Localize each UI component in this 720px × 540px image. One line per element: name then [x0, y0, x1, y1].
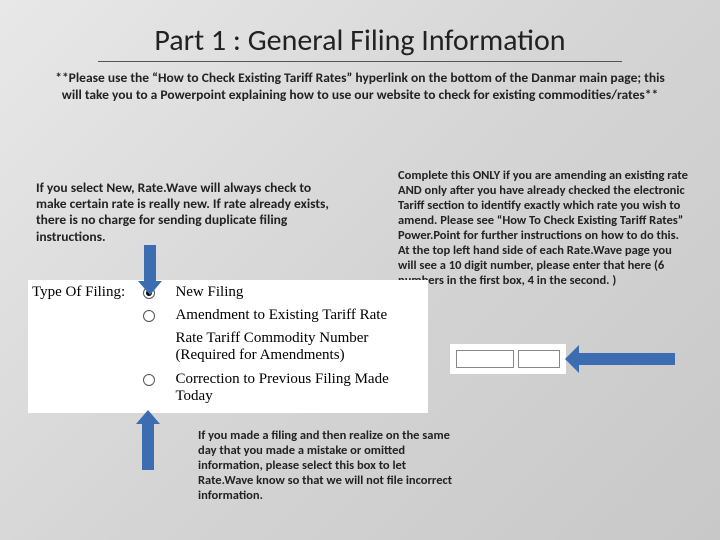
- option-new-filing: New Filing: [175, 284, 243, 301]
- tariff-number-box2[interactable]: [518, 350, 560, 368]
- type-of-filing-label: Type Of Filing:: [32, 284, 143, 301]
- tariff-number-box1[interactable]: [456, 350, 514, 368]
- notice-text: **Please use the “How to Check Existing …: [0, 70, 720, 114]
- bottom-description: If you made a filing and then realize on…: [198, 428, 458, 503]
- left-description: If you select New, Rate.Wave will always…: [36, 180, 336, 245]
- right-description: Complete this ONLY if you are amending a…: [398, 168, 688, 288]
- filing-form: Type Of Filing: New Filing Amendment to …: [28, 280, 428, 413]
- radio-correction[interactable]: [143, 374, 155, 386]
- slide-title: Part 1 : General Filing Information: [98, 0, 622, 62]
- option-amendment: Amendment to Existing Tariff Rate: [175, 307, 387, 324]
- radio-amendment[interactable]: [143, 310, 155, 322]
- arrow-new-filing: [130, 245, 170, 295]
- arrow-correction: [128, 410, 168, 470]
- arrow-tariff-number: [565, 345, 675, 373]
- tariff-number-inputs: [450, 344, 566, 374]
- option-correction: Correction to Previous Filing Made Today: [175, 371, 424, 406]
- option-rtcn: Rate Tariff Commodity Number (Required f…: [175, 330, 424, 365]
